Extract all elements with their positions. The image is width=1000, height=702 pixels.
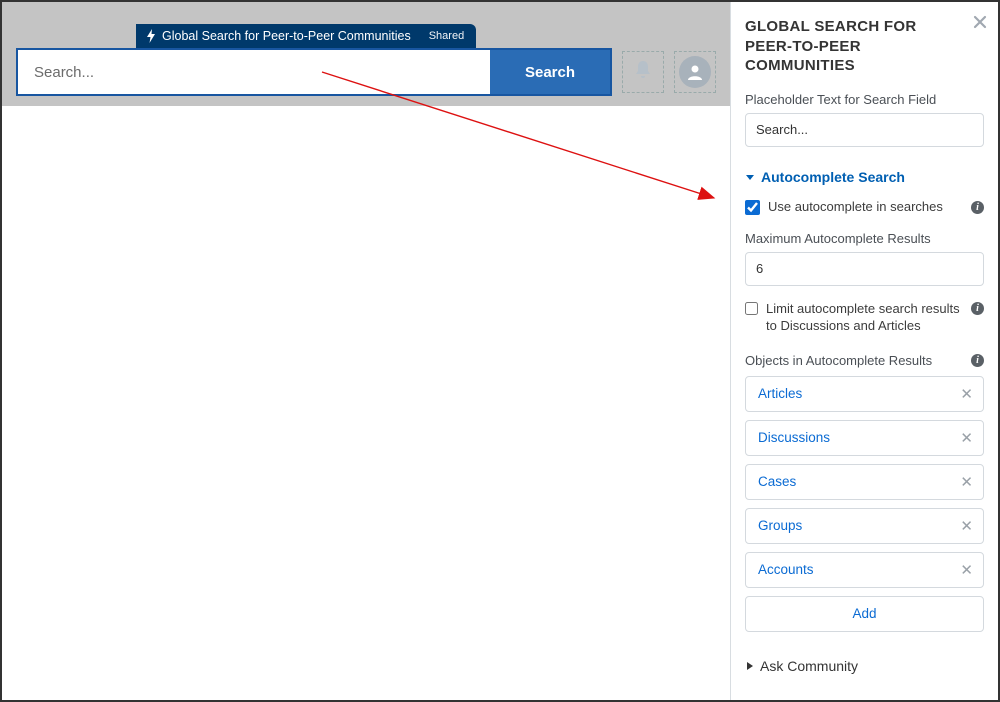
lightning-icon	[146, 29, 156, 43]
objects-label: Objects in Autocomplete Results	[745, 353, 932, 368]
object-pill[interactable]: Accounts ✕	[745, 552, 984, 588]
limit-label: Limit autocomplete search results to Dis…	[766, 300, 968, 335]
ask-community-label: Ask Community	[760, 658, 858, 674]
ask-community-toggle[interactable]: Ask Community	[745, 658, 984, 674]
shared-badge: Shared	[429, 30, 464, 42]
chevron-right-icon	[745, 658, 754, 674]
object-pill-label: Discussions	[758, 430, 830, 445]
preview-topbar: Global Search for Peer-to-Peer Communiti…	[2, 2, 730, 106]
use-autocomplete-label: Use autocomplete in searches	[768, 199, 943, 214]
search-button[interactable]: Search	[490, 50, 610, 94]
autocomplete-section-toggle[interactable]: Autocomplete Search	[745, 169, 984, 185]
avatar-icon	[679, 56, 711, 88]
search-input[interactable]	[18, 50, 490, 94]
close-icon[interactable]	[972, 14, 988, 35]
remove-icon[interactable]: ✕	[960, 561, 973, 579]
max-results-label: Maximum Autocomplete Results	[745, 231, 984, 246]
properties-panel: GLOBAL SEARCH FOR PEER-TO-PEER COMMUNITI…	[730, 2, 998, 700]
object-pill-label: Accounts	[758, 562, 814, 577]
notifications-slot[interactable]	[622, 51, 664, 93]
add-button[interactable]: Add	[745, 596, 984, 632]
object-pill[interactable]: Groups ✕	[745, 508, 984, 544]
remove-icon[interactable]: ✕	[960, 473, 973, 491]
panel-title: GLOBAL SEARCH FOR PEER-TO-PEER COMMUNITI…	[745, 17, 984, 76]
info-icon[interactable]: i	[971, 201, 984, 214]
chevron-down-icon	[745, 172, 755, 182]
object-pill-label: Cases	[758, 474, 796, 489]
object-pill-label: Groups	[758, 518, 802, 533]
object-pill-label: Articles	[758, 386, 802, 401]
object-pill[interactable]: Discussions ✕	[745, 420, 984, 456]
profile-slot[interactable]	[674, 51, 716, 93]
remove-icon[interactable]: ✕	[960, 385, 973, 403]
preview-area: Global Search for Peer-to-Peer Communiti…	[2, 2, 730, 700]
component-tab-label: Global Search for Peer-to-Peer Communiti…	[162, 29, 411, 43]
bell-icon	[633, 59, 653, 86]
max-results-input[interactable]	[745, 252, 984, 286]
remove-icon[interactable]: ✕	[960, 517, 973, 535]
autocomplete-section-label: Autocomplete Search	[761, 169, 905, 185]
use-autocomplete-checkbox[interactable]	[745, 200, 760, 215]
info-icon[interactable]: i	[971, 302, 984, 315]
component-tab[interactable]: Global Search for Peer-to-Peer Communiti…	[136, 24, 476, 48]
object-pill[interactable]: Articles ✕	[745, 376, 984, 412]
placeholder-label: Placeholder Text for Search Field	[745, 92, 984, 107]
info-icon[interactable]: i	[971, 354, 984, 367]
object-pill[interactable]: Cases ✕	[745, 464, 984, 500]
remove-icon[interactable]: ✕	[960, 429, 973, 447]
search-component[interactable]: Search	[16, 48, 612, 96]
limit-checkbox[interactable]	[745, 301, 758, 316]
objects-list: Articles✕Discussions✕Cases✕Groups✕Accoun…	[745, 376, 984, 588]
placeholder-input[interactable]	[745, 113, 984, 147]
